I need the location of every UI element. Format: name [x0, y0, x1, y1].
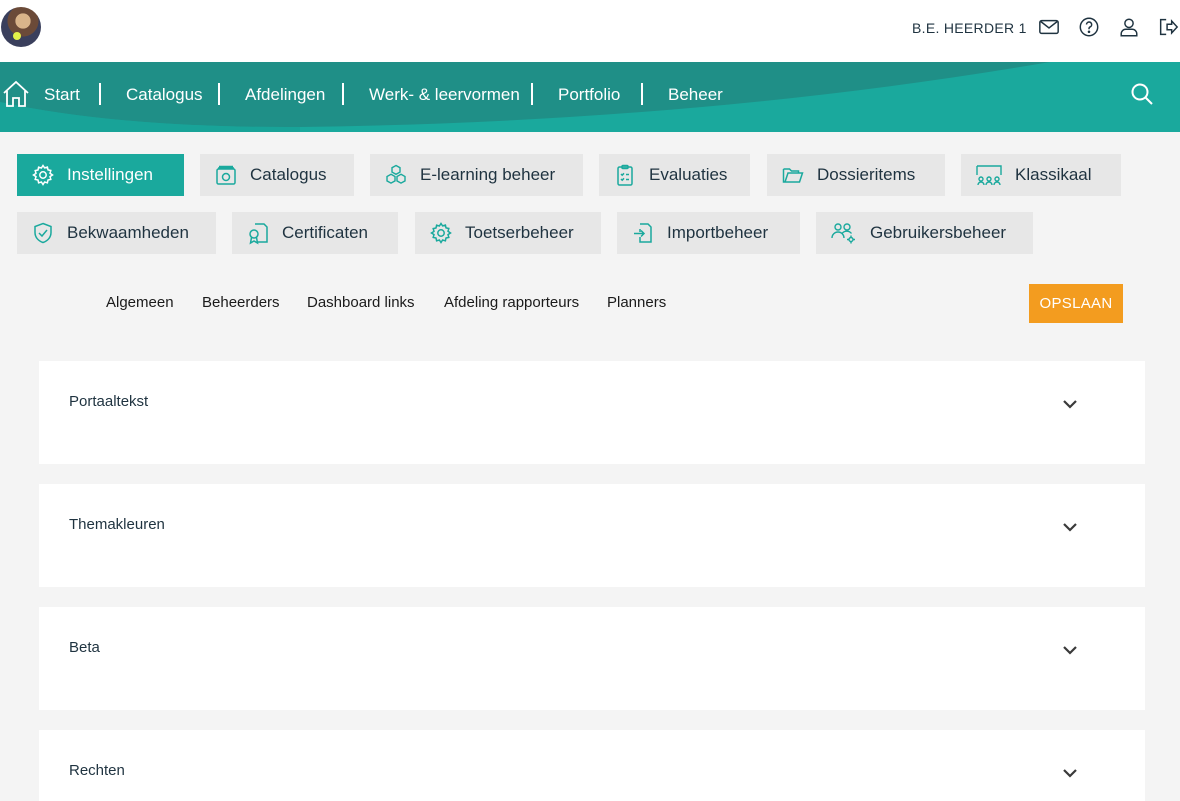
nav-divider [99, 83, 101, 105]
nav-portfolio[interactable]: Portfolio [558, 85, 620, 105]
top-bar: B.E. HEERDER 1 [0, 0, 1180, 62]
nav-afdelingen[interactable]: Afdelingen [245, 85, 325, 105]
chevron-down-icon[interactable] [1061, 641, 1079, 659]
tile-label: Dossieritems [817, 165, 916, 184]
tile-label: Toetserbeheer [465, 223, 574, 242]
search-icon[interactable] [1130, 82, 1154, 106]
classroom-icon [975, 163, 1003, 187]
clipboard-icon [613, 163, 637, 187]
tile-instellingen[interactable]: Instellingen [17, 154, 184, 196]
tab-planners[interactable]: Planners [607, 294, 666, 311]
tile-label: Klassikaal [1015, 165, 1092, 184]
nav-divider [531, 83, 533, 105]
tab-beheerders[interactable]: Beheerders [202, 294, 280, 311]
main-nav: Start Catalogus Afdelingen Werk- & leerv… [0, 62, 1180, 132]
users-gear-icon [830, 221, 858, 245]
tile-bekwaamheden[interactable]: Bekwaamheden [17, 212, 216, 254]
tile-importbeheer[interactable]: Importbeheer [617, 212, 800, 254]
tile-label: Evaluaties [649, 165, 728, 184]
tile-toetserbeheer[interactable]: Toetserbeheer [415, 212, 601, 254]
tile-label: Instellingen [67, 165, 154, 184]
nav-werk-leervormen[interactable]: Werk- & leervormen [369, 85, 520, 105]
panel-rechten[interactable]: Rechten [39, 730, 1145, 801]
nav-catalogus[interactable]: Catalogus [126, 85, 203, 105]
tile-certificaten[interactable]: Certificaten [232, 212, 398, 254]
home-icon[interactable] [1, 79, 31, 109]
tile-catalogus[interactable]: Catalogus [200, 154, 354, 196]
nav-divider [218, 83, 220, 105]
gear-icon [429, 221, 453, 245]
tile-label: Certificaten [282, 223, 368, 242]
tile-klassikaal[interactable]: Klassikaal [961, 154, 1121, 196]
avatar[interactable] [1, 7, 41, 47]
panel-themakleuren[interactable]: Themakleuren [39, 484, 1145, 587]
tile-label: Importbeheer [667, 223, 769, 242]
nav-start[interactable]: Start [44, 85, 80, 105]
catalog-icon [214, 163, 238, 187]
avatar-badge [13, 32, 21, 40]
gear-icon [31, 163, 55, 187]
tab-dashboard-links[interactable]: Dashboard links [307, 294, 415, 311]
tile-e-learning-beheer[interactable]: E-learning beheer [370, 154, 583, 196]
cubes-icon [384, 163, 408, 187]
tile-dossieritems[interactable]: Dossieritems [767, 154, 945, 196]
chevron-down-icon[interactable] [1061, 395, 1079, 413]
shield-check-icon [31, 221, 55, 245]
logout-icon[interactable] [1157, 16, 1179, 38]
folder-icon [781, 163, 805, 187]
tile-label: Gebruikersbeheer [870, 223, 1007, 242]
tile-label: Bekwaamheden [67, 223, 189, 242]
tile-gebruikersbeheer[interactable]: Gebruikersbeheer [816, 212, 1033, 254]
panel-beta[interactable]: Beta [39, 607, 1145, 710]
nav-beheer[interactable]: Beheer [668, 85, 723, 105]
mail-icon[interactable] [1038, 16, 1060, 38]
chevron-down-icon[interactable] [1061, 518, 1079, 536]
panel-title: Portaaltekst [69, 393, 149, 410]
panel-title: Rechten [69, 762, 125, 779]
panel-title: Beta [69, 639, 100, 656]
import-icon [631, 221, 655, 245]
nav-divider [342, 83, 344, 105]
tile-label: Catalogus [250, 165, 327, 184]
help-icon[interactable] [1078, 16, 1100, 38]
username[interactable]: B.E. HEERDER 1 [912, 20, 1027, 36]
user-icon[interactable] [1118, 16, 1140, 38]
nav-divider [641, 83, 643, 105]
chevron-down-icon[interactable] [1061, 764, 1079, 782]
tab-algemeen[interactable]: Algemeen [106, 294, 174, 311]
certificate-icon [246, 221, 270, 245]
tab-afdeling-rapporteurs[interactable]: Afdeling rapporteurs [444, 294, 579, 311]
panel-portaaltekst[interactable]: Portaaltekst [39, 361, 1145, 464]
panel-title: Themakleuren [69, 516, 165, 533]
tile-label: E-learning beheer [420, 165, 556, 184]
save-button[interactable]: OPSLAAN [1029, 284, 1123, 323]
tile-evaluaties[interactable]: Evaluaties [599, 154, 750, 196]
